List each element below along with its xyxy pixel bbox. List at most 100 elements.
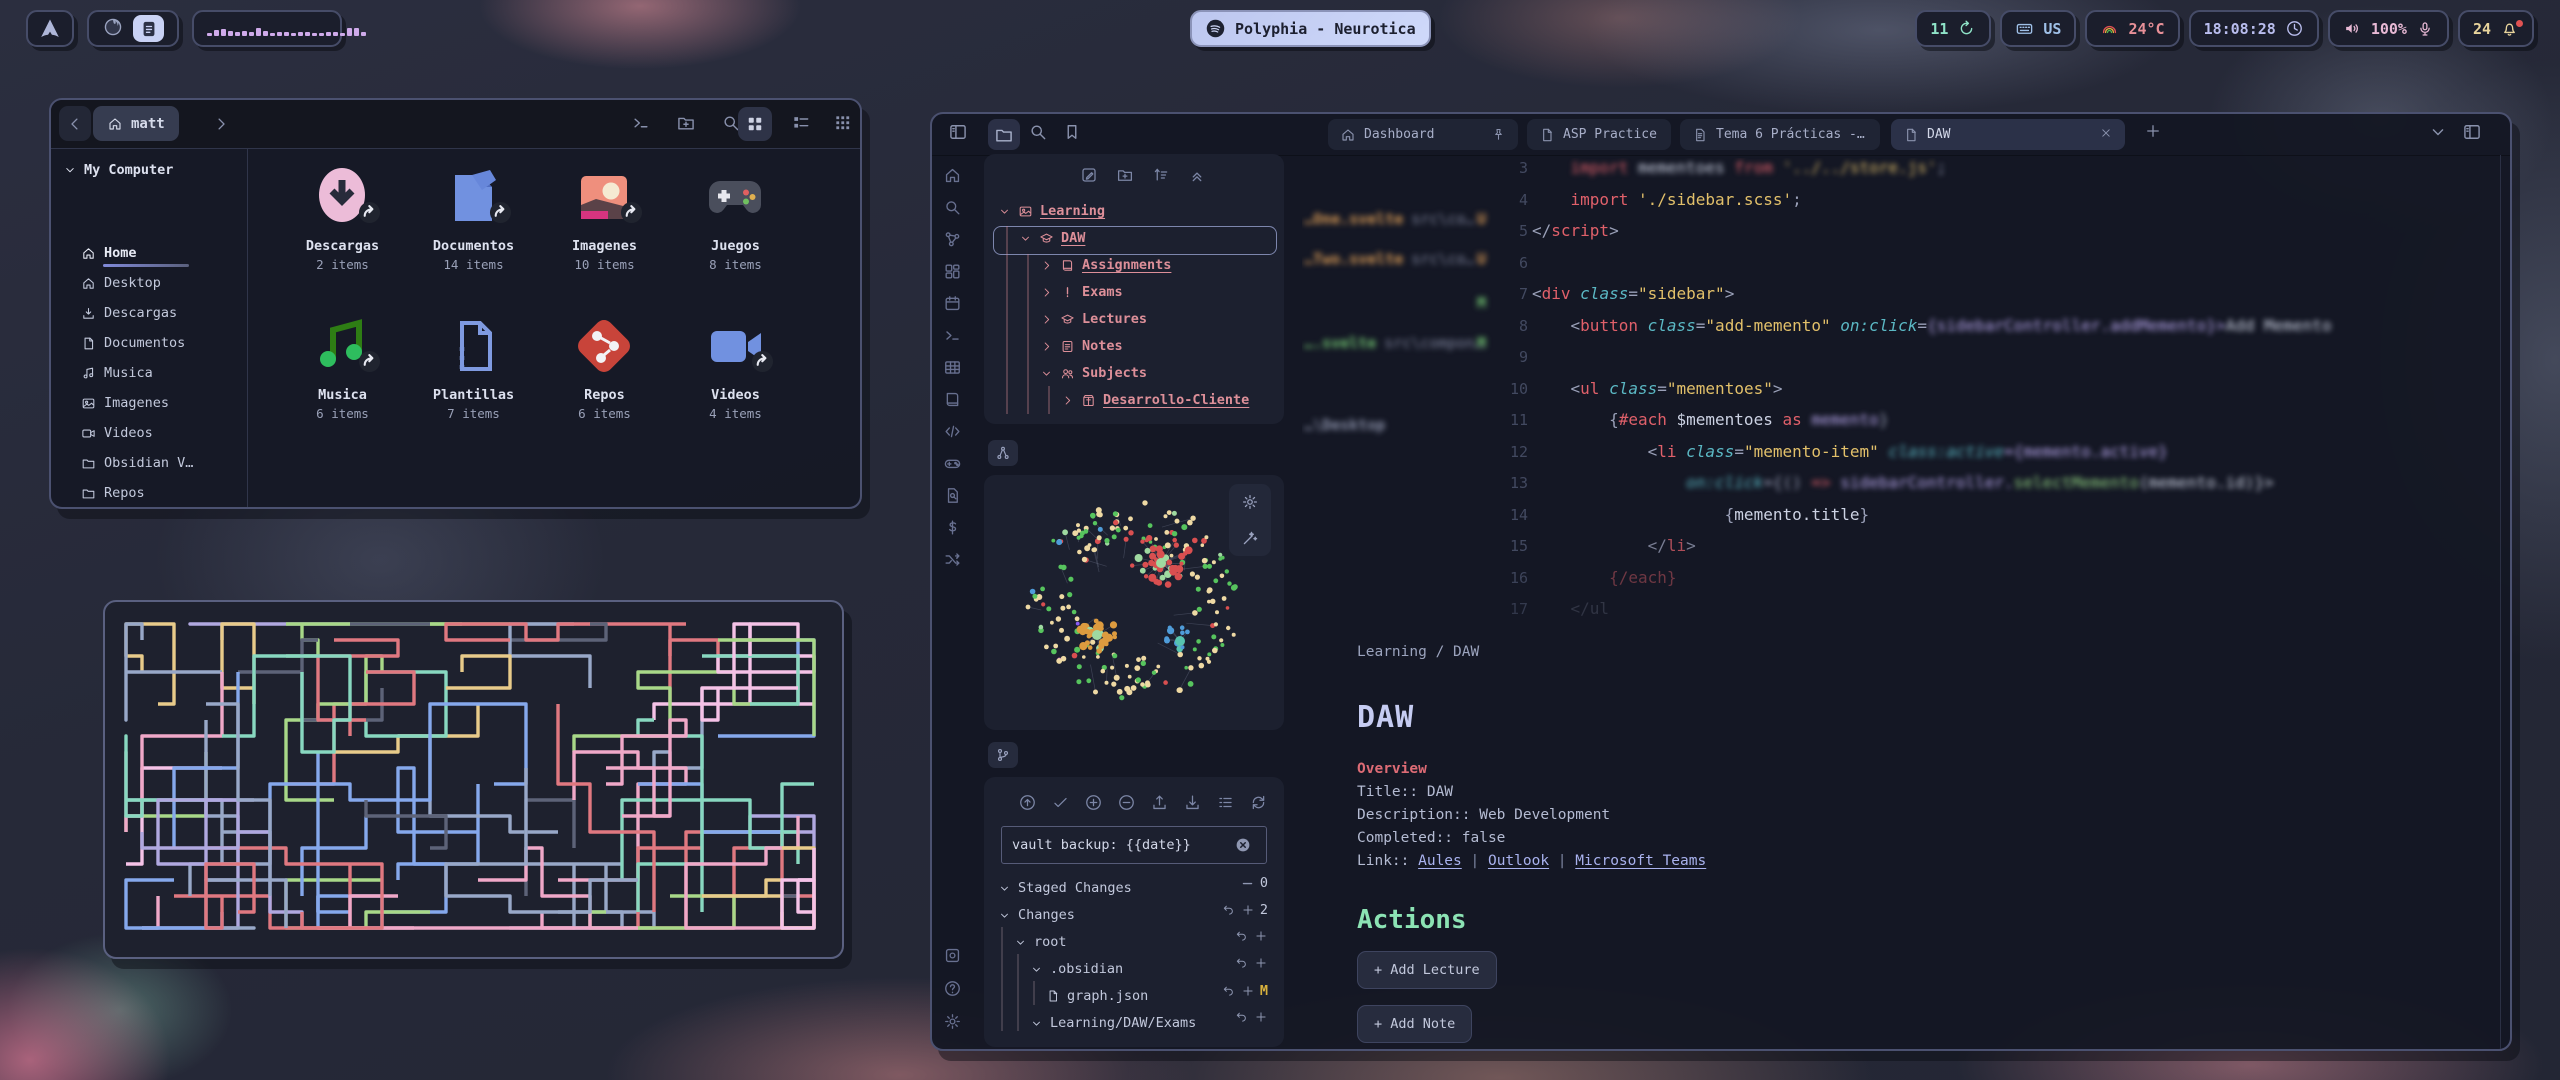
back-button[interactable] xyxy=(59,106,91,141)
git-row-root[interactable]: root xyxy=(1014,929,1067,955)
wand-icon[interactable] xyxy=(1241,529,1259,547)
grid-view-button[interactable] xyxy=(738,107,772,141)
keyboard-layout-widget[interactable]: US xyxy=(2000,10,2076,47)
new-tab-button[interactable] xyxy=(2144,122,2162,140)
folder-tile-plantillas[interactable]: Plantillas7 items xyxy=(408,309,539,458)
add-lecture-button[interactable]: + Add Lecture xyxy=(1357,951,1497,989)
folder-tile-juegos[interactable]: Juegos8 items xyxy=(670,160,801,309)
new-folder-icon[interactable] xyxy=(1116,166,1134,184)
sidebar-item-documentos[interactable]: Documentos xyxy=(81,330,185,356)
add-note-button[interactable]: + Add Note xyxy=(1357,1005,1472,1043)
git-row-actions[interactable] xyxy=(1235,1010,1268,1024)
folder-tile-videos[interactable]: Videos4 items xyxy=(670,309,801,458)
git-row-actions[interactable]: M xyxy=(1222,983,1268,999)
sidebar-item-videos[interactable]: Videos xyxy=(81,420,153,446)
weather-widget[interactable]: 24°C xyxy=(2085,10,2179,47)
ribbon-vault-icon[interactable] xyxy=(943,946,962,965)
git-upload-icon[interactable] xyxy=(1150,793,1169,812)
breadcrumb[interactable]: matt xyxy=(93,106,179,141)
dock-app-active[interactable] xyxy=(133,15,164,42)
terminal-icon[interactable] xyxy=(631,113,651,133)
sidebar-root[interactable]: My Computer xyxy=(63,162,173,178)
tree-item-assignments[interactable]: Assignments xyxy=(1040,252,1171,278)
git-plus-circle-icon[interactable] xyxy=(1084,793,1103,812)
tree-item-subjects[interactable]: Subjects xyxy=(1040,360,1147,386)
folder-tile-descargas[interactable]: Descargas2 items xyxy=(277,160,408,309)
git-row-staged-changes[interactable]: Staged Changes xyxy=(998,875,1132,901)
now-playing-widget[interactable]: Polyphia - Neurotica xyxy=(1190,10,1431,47)
note-link-microsoft-teams[interactable]: Microsoft Teams xyxy=(1575,853,1706,869)
tree-item-lectures[interactable]: Lectures xyxy=(1040,306,1147,332)
git-row-graph-json[interactable]: graph.json xyxy=(1046,983,1148,1009)
sidebar-item-home[interactable]: Home xyxy=(81,240,137,266)
collapse-icon[interactable] xyxy=(1188,166,1206,184)
note-link-aules[interactable]: Aules xyxy=(1418,853,1462,869)
ribbon-gear-icon[interactable] xyxy=(943,1012,962,1031)
tree-item-daw[interactable]: DAW xyxy=(1019,225,1085,251)
ribbon-search-icon[interactable] xyxy=(943,198,962,217)
tab-dashboard[interactable]: Dashboard xyxy=(1328,119,1518,150)
git-row-actions[interactable]: 2 xyxy=(1222,902,1268,918)
folder-tile-musica[interactable]: Musica6 items xyxy=(277,309,408,458)
git-download-arr-icon[interactable] xyxy=(1183,793,1202,812)
tree-item-learning[interactable]: Learning xyxy=(998,198,1105,224)
folder-tile-documentos[interactable]: Documentos14 items xyxy=(408,160,539,309)
git-backup-icon[interactable] xyxy=(1018,793,1037,812)
dock-app[interactable] xyxy=(102,16,124,42)
ribbon-dollar-icon[interactable] xyxy=(943,518,962,537)
new-note-icon[interactable] xyxy=(1080,166,1098,184)
git-list2-icon[interactable] xyxy=(1216,793,1235,812)
compact-view-button[interactable] xyxy=(833,113,853,133)
tree-item-notes[interactable]: Notes xyxy=(1040,333,1123,359)
sort-icon[interactable] xyxy=(1152,166,1170,184)
git-row-changes[interactable]: Changes xyxy=(998,902,1075,928)
ribbon-calendar-icon[interactable] xyxy=(943,294,962,313)
tab-list-chevron-icon[interactable] xyxy=(2428,122,2448,142)
note-link-outlook[interactable]: Outlook xyxy=(1488,853,1549,869)
bookmark-panel-tab-icon[interactable] xyxy=(1062,122,1082,142)
ribbon-home-icon[interactable] xyxy=(943,166,962,185)
forward-button[interactable] xyxy=(205,106,237,141)
ribbon-gamepad-sm-icon[interactable] xyxy=(943,454,962,473)
tab-close[interactable] xyxy=(2099,126,2113,144)
folder-tile-repos[interactable]: Repos6 items xyxy=(539,309,670,458)
git-row-actions[interactable]: 0 xyxy=(1240,875,1268,891)
tab-asp-practice-6[interactable]: ASP Practice 6 xyxy=(1527,119,1671,150)
dock[interactable] xyxy=(87,10,179,47)
notifications-widget[interactable]: 24 xyxy=(2458,10,2534,47)
gear-icon[interactable] xyxy=(1241,493,1259,511)
ribbon-file-search-icon[interactable] xyxy=(943,486,962,505)
commit-message-input[interactable] xyxy=(1002,837,1234,853)
git-panel-tab[interactable] xyxy=(988,742,1018,768)
ribbon-terminal-icon[interactable] xyxy=(943,326,962,345)
graph-panel-tab[interactable] xyxy=(988,440,1018,466)
search-panel-tab-icon[interactable] xyxy=(1028,122,1048,142)
ribbon-graph-icon[interactable] xyxy=(943,230,962,249)
ribbon-code-pct-icon[interactable] xyxy=(943,422,962,441)
tree-item-desarrollo-cliente[interactable]: Desarrollo-Cliente xyxy=(1061,387,1249,413)
git-row--obsidian[interactable]: .obsidian xyxy=(1030,956,1123,982)
tab-tema-6-pr-cticas-[interactable]: Tema 6 Prácticas -… xyxy=(1680,119,1880,150)
ribbon-book-icon[interactable] xyxy=(943,390,962,409)
sidebar-item-desktop[interactable]: Desktop xyxy=(81,270,161,296)
list-view-button[interactable] xyxy=(791,113,811,133)
git-row-actions[interactable] xyxy=(1235,929,1268,943)
git-refresh2-icon[interactable] xyxy=(1249,793,1268,812)
sidebar-item-obsidianv[interactable]: Obsidian V… xyxy=(81,450,193,476)
sidebar-item-musica[interactable]: Musica xyxy=(81,360,153,386)
launcher-button[interactable] xyxy=(26,10,74,47)
volume-widget[interactable]: 100% xyxy=(2328,10,2449,47)
git-row-actions[interactable] xyxy=(1235,956,1268,970)
right-sidebar-toggle-icon[interactable] xyxy=(2462,122,2482,142)
files-panel-tab[interactable] xyxy=(988,119,1020,150)
new-folder-icon[interactable] xyxy=(676,113,696,133)
ribbon-table-icon[interactable] xyxy=(943,358,962,377)
git-row-learning-daw-exams[interactable]: Learning/DAW/Exams xyxy=(1030,1010,1196,1036)
clear-icon[interactable] xyxy=(1234,836,1252,854)
tree-item-exams[interactable]: Exams xyxy=(1040,279,1123,305)
updates-widget[interactable]: 11 xyxy=(1915,10,1991,47)
sidebar-item-repos[interactable]: Repos xyxy=(81,480,145,506)
clock-widget[interactable]: 18:08:28 xyxy=(2189,10,2319,47)
ribbon-cards-icon[interactable] xyxy=(943,262,962,281)
folder-tile-imagenes[interactable]: Imagenes10 items xyxy=(539,160,670,309)
